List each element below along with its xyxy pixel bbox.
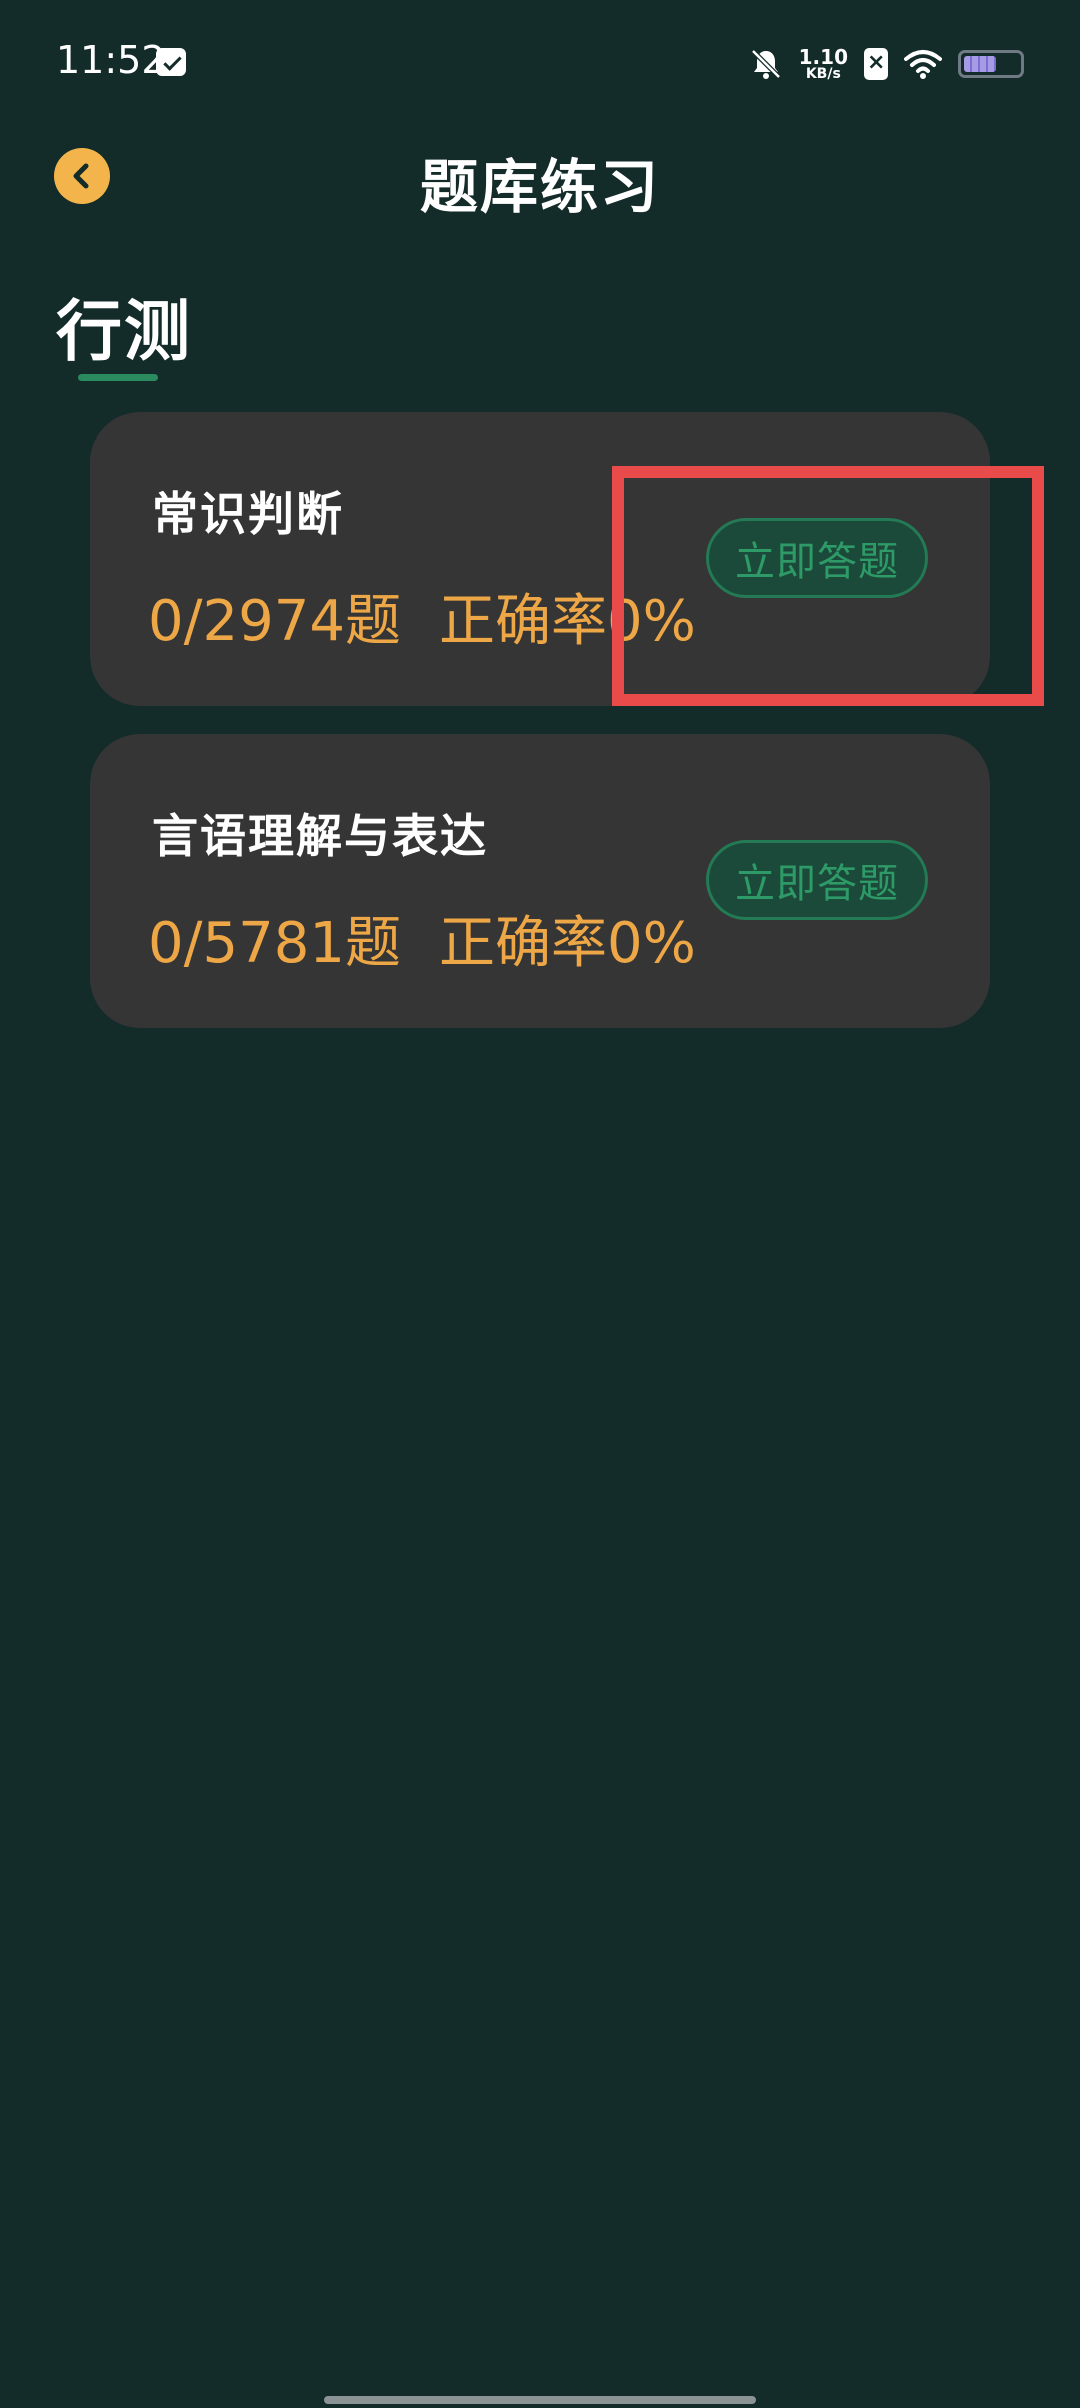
- section-title: 行测: [56, 293, 192, 370]
- page-title: 题库练习: [419, 153, 660, 221]
- section-underline: [78, 374, 158, 381]
- home-indicator[interactable]: [324, 2396, 756, 2404]
- bell-muted-icon: [750, 49, 781, 79]
- network-speed-value: 1.10: [798, 45, 848, 69]
- status-bar: 11:52 1.10 KB/s: [0, 0, 1080, 120]
- status-time: 11:52: [56, 38, 166, 82]
- highlight-box: [612, 466, 1044, 706]
- card-accuracy: 正确率0%: [439, 911, 696, 976]
- wifi-icon: [904, 50, 942, 79]
- card-progress: 0/5781题: [148, 911, 402, 976]
- card-progress: 0/2974题: [148, 589, 402, 654]
- battery-icon: [958, 50, 1024, 78]
- network-speed-unit: KB/s: [805, 66, 841, 82]
- card-stats: 0/5781题 正确率0%: [148, 898, 696, 979]
- card-title: 言语理解与表达: [152, 809, 488, 863]
- network-speed: 1.10 KB/s: [799, 47, 848, 81]
- start-answer-button[interactable]: 立即答题: [706, 840, 928, 920]
- card-title: 常识判断: [152, 487, 344, 541]
- no-sim-icon: [864, 48, 888, 80]
- notification-app-icon: [156, 48, 186, 76]
- status-icons: 1.10 KB/s: [749, 42, 1024, 86]
- battery-level-fill: [964, 56, 996, 72]
- question-bank-card: 言语理解与表达 0/5781题 正确率0% 立即答题: [90, 734, 990, 1028]
